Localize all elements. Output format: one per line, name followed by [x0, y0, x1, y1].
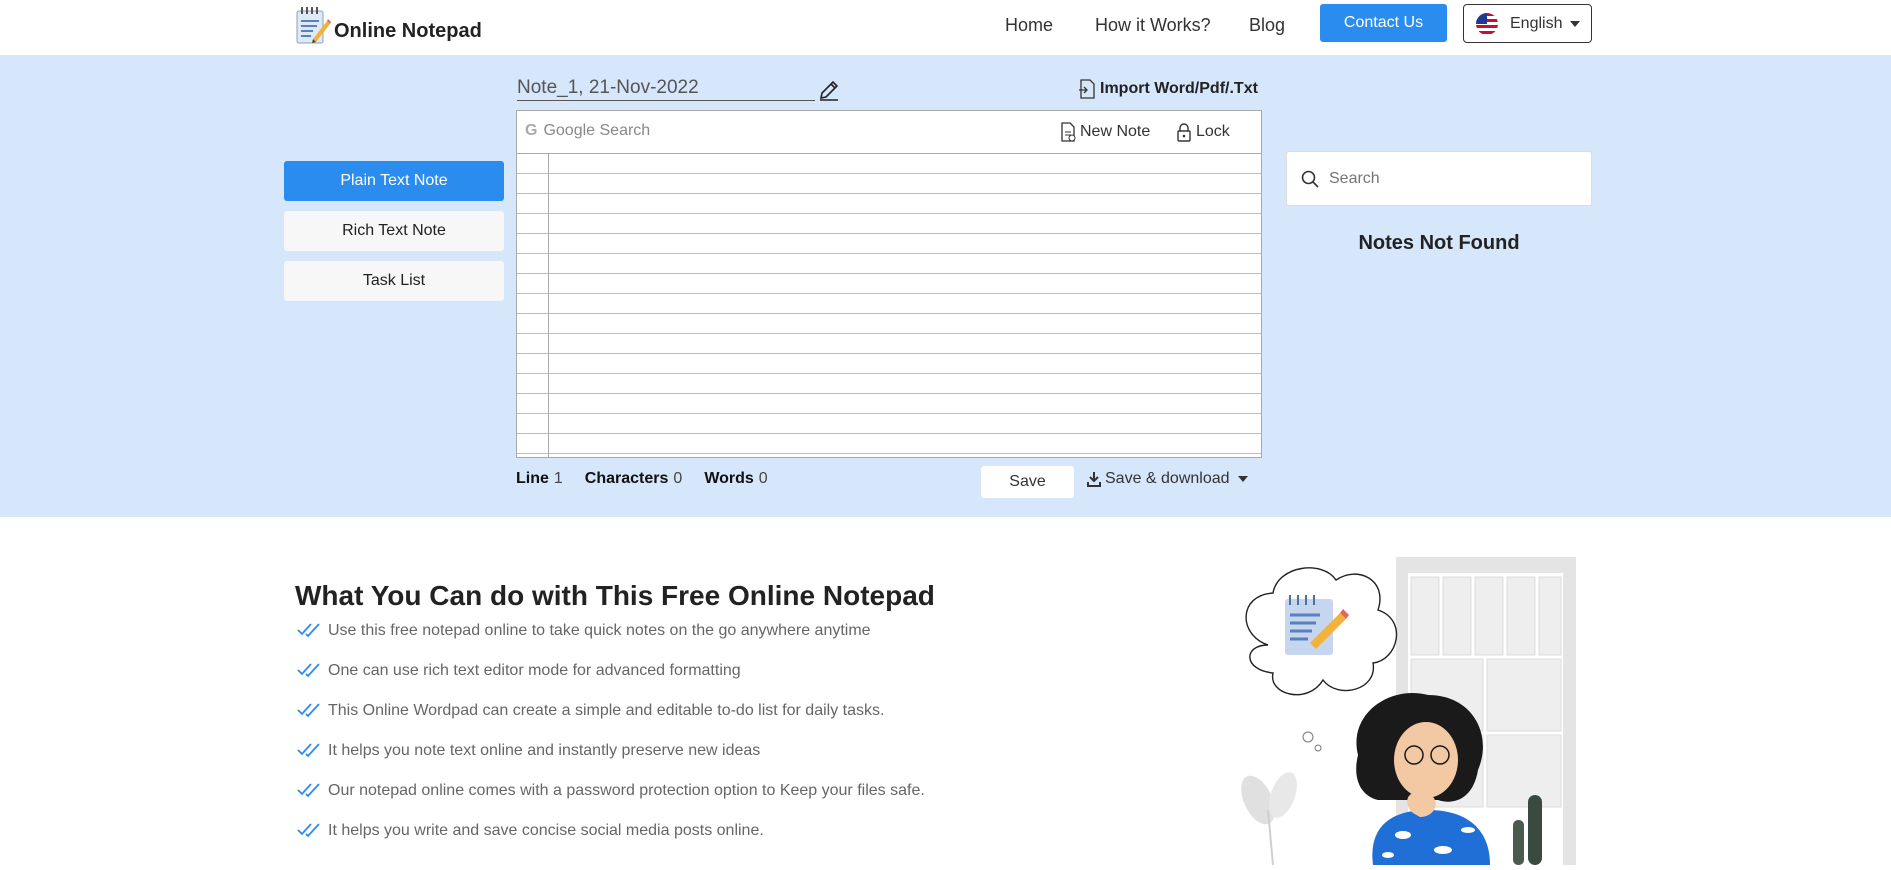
language-dropdown[interactable]: English — [1463, 4, 1592, 43]
character-count: Characters 0 — [584, 470, 683, 487]
features-heading: What You Can do with This Free Online No… — [295, 580, 935, 611]
double-check-icon — [297, 702, 323, 723]
save-button[interactable]: Save — [981, 466, 1074, 498]
note-title-input[interactable]: Note_1, 21-Nov-2022 — [517, 77, 815, 101]
search-icon — [1301, 170, 1319, 188]
notepad-logo-icon — [295, 5, 331, 45]
import-button[interactable]: Import Word/Pdf/.Txt — [1078, 79, 1258, 99]
new-note-button[interactable]: New Note — [1060, 122, 1150, 142]
list-item: It helps you note text online and instan… — [297, 742, 925, 782]
double-check-icon — [297, 622, 323, 643]
new-note-label: New Note — [1080, 123, 1151, 140]
nav-home[interactable]: Home — [1005, 15, 1053, 36]
lock-label: Lock — [1196, 123, 1230, 140]
google-search-field[interactable]: G Google Search — [525, 122, 650, 140]
lock-button[interactable]: Lock — [1176, 122, 1230, 142]
double-check-icon — [297, 782, 323, 803]
word-count: Words 0 — [704, 470, 768, 487]
notes-search-input[interactable] — [1329, 169, 1579, 188]
features-list: Use this free notepad online to take qui… — [297, 622, 925, 862]
list-item: Use this free notepad online to take qui… — [297, 622, 925, 662]
download-icon — [1087, 471, 1101, 487]
edit-pencil-icon[interactable] — [818, 79, 840, 106]
note-editor: G Google Search New Note Lock — [516, 110, 1262, 458]
language-label: English — [1510, 14, 1563, 32]
double-check-icon — [297, 742, 323, 763]
sidebar-item-plain-text-note[interactable]: Plain Text Note — [284, 161, 504, 201]
line-count: Line 1 — [516, 470, 563, 487]
list-item: This Online Wordpad can create a simple … — [297, 702, 925, 742]
us-flag-icon — [1476, 12, 1498, 35]
thinking-person-illustration — [1228, 555, 1578, 866]
note-textarea[interactable] — [517, 154, 1261, 457]
list-item: It helps you write and save concise soci… — [297, 822, 925, 862]
new-note-icon — [1060, 122, 1076, 142]
save-download-label: Save & download — [1105, 470, 1230, 487]
app-name: Online Notepad — [334, 19, 482, 42]
notes-search[interactable] — [1286, 151, 1592, 206]
sidebar-item-rich-text-note[interactable]: Rich Text Note — [284, 211, 504, 251]
editor-stats: Line 1 Characters 0 Words 0 — [516, 470, 790, 488]
sidebar-item-task-list[interactable]: Task List — [284, 261, 504, 301]
double-check-icon — [297, 662, 323, 683]
chevron-down-icon — [1570, 20, 1581, 27]
site-logo[interactable]: Online Notepad — [295, 5, 482, 45]
chevron-down-icon — [1237, 476, 1248, 482]
file-import-icon — [1078, 79, 1096, 99]
list-item: One can use rich text editor mode for ad… — [297, 662, 925, 702]
contact-us-button[interactable]: Contact Us — [1320, 4, 1447, 42]
nav-how-it-works[interactable]: How it Works? — [1095, 15, 1211, 36]
list-item: Our notepad online comes with a password… — [297, 782, 925, 822]
import-label: Import Word/Pdf/.Txt — [1100, 80, 1258, 97]
editor-toolbar: G Google Search New Note Lock — [517, 111, 1261, 154]
notes-empty-message: Notes Not Found — [1358, 232, 1520, 254]
top-header: Online Notepad Home How it Works? Blog C… — [0, 0, 1891, 55]
google-search-placeholder: Google Search — [543, 122, 651, 139]
double-check-icon — [297, 822, 323, 843]
google-icon: G — [525, 122, 538, 139]
line-number-gutter — [548, 154, 549, 457]
lock-icon — [1176, 122, 1192, 142]
save-download-dropdown[interactable]: Save & download — [1087, 470, 1248, 488]
nav-blog[interactable]: Blog — [1249, 15, 1285, 36]
